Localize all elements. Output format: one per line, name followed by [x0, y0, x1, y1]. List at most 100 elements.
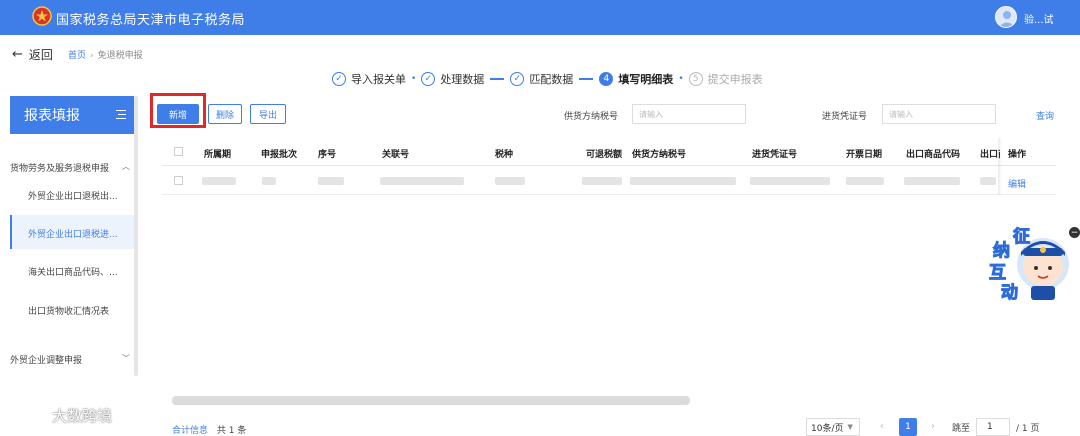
sidebar-group-goods-refund[interactable]: 货物劳务及服务退税申报 ︿ — [10, 161, 130, 174]
tax-emblem-icon — [32, 6, 52, 26]
redacted-cell — [380, 177, 464, 185]
mascot-char: 征 — [1013, 227, 1031, 248]
chevron-down-icon: ▼ — [847, 423, 853, 431]
total-count: 共 1 条 — [216, 426, 247, 436]
step-connector: • — [678, 74, 684, 84]
watermark: 大数跨境 — [10, 405, 112, 426]
redacted-cell — [582, 177, 622, 185]
breadcrumb-home[interactable]: 首页 — [68, 51, 86, 61]
breadcrumb-current: 免退税申报 — [97, 51, 143, 61]
page-number-current[interactable]: 1 — [899, 418, 917, 436]
column-header: 出口商品代码 — [906, 150, 961, 160]
table-horizontal-scrollbar[interactable] — [172, 396, 690, 405]
sidebar-item-export-refund-out[interactable]: 外贸企业出口退税出... — [28, 189, 118, 202]
page-size-select[interactable]: 10条/页 ▼ — [806, 418, 860, 436]
fixed-column-shadow — [998, 138, 1002, 195]
user-icon — [999, 11, 1015, 27]
voucher-number-label: 进货凭证号 — [822, 112, 868, 122]
step-label: 匹配数据 — [529, 73, 574, 86]
sidebar-scrollbar[interactable] — [134, 96, 138, 376]
page-size-value: 10条/页 — [811, 423, 844, 434]
step-4: 4 填写明细表 • — [599, 71, 688, 87]
sidebar-group-label: 货物劳务及服务退税申报 — [10, 164, 110, 174]
redacted-cell — [630, 177, 736, 185]
sidebar-item-customs-code[interactable]: 海关出口商品代码、... — [28, 265, 118, 278]
table-summary: 合计信息 共 1 条 — [172, 423, 246, 436]
redacted-cell — [904, 177, 960, 185]
mascot-char: 动 — [1001, 283, 1019, 304]
redacted-cell — [750, 177, 830, 185]
watermark-logo-icon — [11, 407, 45, 423]
breadcrumb-separator: › — [90, 51, 94, 61]
collapse-icon[interactable]: − — [1069, 227, 1080, 238]
column-header: 可退税额 — [586, 150, 623, 160]
column-header: 进货凭证号 — [752, 150, 798, 160]
step-indicator: ✓ 导入报关单 • ✓ 处理数据 ✓ 匹配数据 4 填写明细表 • 5 提交申报… — [332, 70, 763, 88]
step-1: ✓ 导入报关单 • — [332, 71, 421, 87]
chevron-up-icon: ︿ — [122, 162, 130, 171]
watermark-text: 大数跨境 — [52, 407, 113, 425]
check-circle-icon: ✓ — [421, 72, 436, 86]
redacted-cell — [262, 177, 276, 185]
step-label: 导入报关单 — [351, 73, 406, 86]
step-label: 处理数据 — [440, 73, 485, 86]
column-header: 出口商 — [980, 150, 1000, 160]
highlight-annotation-box — [150, 93, 206, 128]
check-circle-icon: ✓ — [510, 72, 525, 86]
total-pages: / 1 页 — [1016, 424, 1040, 434]
row-checkbox[interactable] — [174, 176, 183, 185]
column-header: 操作 — [1008, 150, 1027, 160]
jump-to-label: 跳至 — [952, 424, 971, 434]
redacted-cell — [318, 177, 344, 185]
step-number: 5 — [688, 72, 703, 86]
sidebar-item-export-refund-in[interactable]: 外贸企业出口退税进... — [28, 227, 118, 240]
sidebar-item-forex-receipt[interactable]: 出口货物收汇情况表 — [28, 304, 109, 317]
back-label: 返回 — [28, 48, 53, 62]
column-header: 关联号 — [382, 150, 410, 160]
query-link[interactable]: 查询 — [1036, 109, 1054, 122]
redacted-cell — [846, 177, 884, 185]
step-connector: • — [411, 74, 417, 84]
sidebar-title: 报表填报 — [24, 108, 80, 124]
supplier-tax-id-label: 供货方纳税号 — [564, 112, 619, 122]
sidebar-header: 报表填报 — [10, 96, 134, 134]
prev-page-icon[interactable]: ‹ — [880, 421, 884, 432]
column-header: 申报批次 — [261, 150, 298, 160]
redacted-cell — [980, 177, 996, 185]
user-name[interactable]: 验...试 — [1024, 11, 1054, 26]
edit-link[interactable]: 编辑 — [1008, 177, 1026, 190]
column-header: 序号 — [318, 150, 337, 160]
step-2: ✓ 处理数据 — [421, 71, 510, 87]
arrow-left-icon: ← — [12, 47, 23, 62]
step-connector — [490, 78, 505, 80]
total-info-link[interactable]: 合计信息 — [172, 426, 208, 436]
column-header: 开票日期 — [846, 150, 883, 160]
interaction-mascot-widget[interactable]: 征 纳 互 动 — [985, 222, 1075, 306]
step-5: 5 提交申报表 — [688, 71, 763, 87]
export-button[interactable]: 导出 — [250, 104, 286, 124]
next-page-icon[interactable]: › — [931, 421, 935, 432]
column-header: 所属期 — [204, 150, 232, 160]
column-header: 税种 — [495, 150, 514, 160]
redacted-cell — [202, 177, 236, 185]
step-label: 填写明细表 — [618, 73, 674, 86]
back-button[interactable]: ← 返回 — [12, 46, 53, 63]
column-header: 供货方纳税号 — [632, 150, 687, 160]
step-number: 4 — [599, 72, 614, 86]
sidebar-group-adjustment[interactable]: 外贸企业调整申报 ﹀ — [10, 353, 130, 366]
redacted-cell — [495, 177, 525, 185]
supplier-tax-id-input[interactable]: 请输入 — [632, 104, 746, 124]
app-title: 国家税务总局天津市电子税务局 — [56, 13, 246, 28]
voucher-number-input[interactable]: 请输入 — [882, 104, 996, 124]
jump-to-input[interactable]: 1 — [976, 418, 1010, 436]
step-3: ✓ 匹配数据 — [510, 71, 599, 87]
top-bar: 国家税务总局天津市电子税务局 验...试 — [0, 0, 1080, 35]
chevron-down-icon: ﹀ — [122, 354, 130, 363]
step-label: 提交申报表 — [707, 73, 763, 86]
menu-icon[interactable] — [116, 110, 126, 119]
table-header: 所属期 申报批次 序号 关联号 税种 可退税额 供货方纳税号 进货凭证号 开票日… — [162, 138, 1056, 166]
delete-button[interactable]: 删除 — [208, 104, 242, 124]
user-avatar[interactable] — [995, 6, 1017, 28]
select-all-checkbox[interactable] — [174, 147, 183, 156]
check-circle-icon: ✓ — [332, 72, 346, 86]
